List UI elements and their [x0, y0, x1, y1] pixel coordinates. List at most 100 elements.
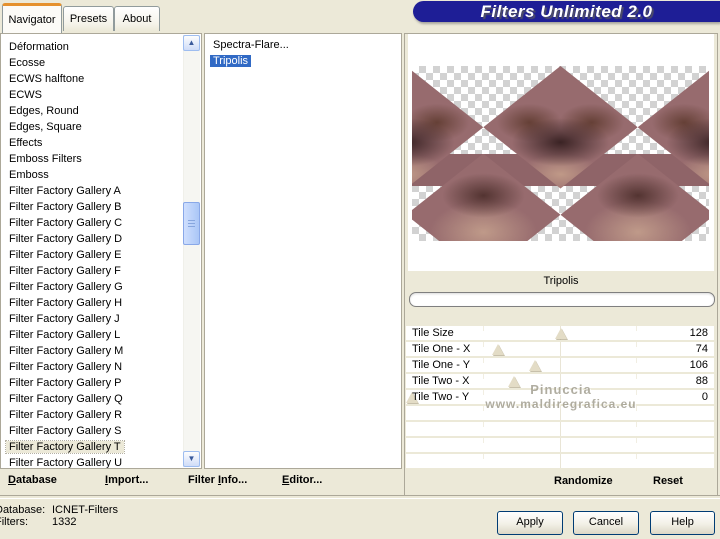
list-item-label: Filter Factory Gallery Q: [9, 393, 123, 405]
list-item-label: Filter Factory Gallery L: [9, 329, 121, 341]
parameter-slider-row[interactable]: Tile Two - Y 0: [406, 390, 714, 404]
list-item[interactable]: Filter Factory Gallery S: [1, 423, 201, 439]
action-database-button[interactable]: Database: [8, 474, 57, 486]
empty-slider-row: [406, 438, 714, 452]
list-item[interactable]: Filter Factory Gallery T: [1, 439, 201, 455]
list-item-label: Ecosse: [9, 57, 46, 69]
list-item-label: Effects: [9, 137, 43, 149]
list-item[interactable]: Filter Factory Gallery E: [1, 247, 201, 263]
list-item-label: Filter Factory Gallery N: [9, 361, 123, 373]
slider-thumb-icon[interactable]: [554, 328, 567, 339]
list-item-label: Filter Factory Gallery F: [9, 265, 121, 277]
list-item[interactable]: Emboss: [1, 167, 201, 183]
list-item[interactable]: Spectra-Flare...: [205, 37, 401, 53]
list-item[interactable]: Filter Factory Gallery G: [1, 279, 201, 295]
list-item[interactable]: Filter Factory Gallery F: [1, 263, 201, 279]
scroll-thumb[interactable]: [183, 202, 200, 245]
list-item[interactable]: Edges, Square: [1, 119, 201, 135]
parameter-value: 106: [689, 359, 708, 371]
list-item-label: Filter Factory Gallery P: [9, 377, 122, 389]
list-item[interactable]: Filter Factory Gallery H: [1, 295, 201, 311]
list-item-label: Filter Factory Gallery J: [9, 313, 120, 325]
empty-slider-row: [406, 406, 714, 420]
list-item[interactable]: Déformation: [1, 39, 201, 55]
list-item[interactable]: ECWS: [1, 87, 201, 103]
category-list: Déformation Ecosse ECWS halftone ECWS Edges,…: [0, 33, 202, 469]
progress-bar: [409, 292, 715, 307]
app-title-banner: Filters Unlimited 2.0: [413, 1, 720, 22]
parameter-value: 128: [689, 327, 708, 339]
list-item[interactable]: Tripolis: [205, 53, 401, 69]
list-item-label: ECWS: [9, 89, 42, 101]
reset-button[interactable]: Reset: [653, 475, 683, 487]
list-item-label: Emboss: [9, 169, 49, 181]
list-item[interactable]: Emboss Filters: [1, 151, 201, 167]
tab-about-label: About: [122, 13, 152, 25]
filters-unlimited-dialog: Navigator Presets About Filters Unlimite…: [0, 0, 720, 539]
tab-navigator[interactable]: Navigator: [2, 3, 62, 33]
tab-presets[interactable]: Presets: [63, 6, 114, 31]
apply-button[interactable]: Apply: [497, 511, 563, 535]
category-list-items: Déformation Ecosse ECWS halftone ECWS Edges,…: [1, 34, 201, 468]
list-item[interactable]: Filter Factory Gallery D: [1, 231, 201, 247]
list-item-label: Filter Factory Gallery E: [9, 249, 122, 261]
preview-box: [408, 34, 714, 271]
parameter-sliders: Tile Size 128 Tile One - X 74 Tile One - Y 10…: [406, 326, 714, 470]
list-item-label: Filter Factory Gallery B: [9, 201, 122, 213]
scroll-down-button[interactable]: ▼: [183, 451, 200, 467]
list-item[interactable]: Filter Factory Gallery P: [1, 375, 201, 391]
list-item[interactable]: Filter Factory Gallery B: [1, 199, 201, 215]
filter-list: Spectra-Flare... Tripolis: [204, 33, 402, 469]
filter-name-caption: Tripolis: [543, 275, 579, 287]
empty-slider-row: [406, 422, 714, 436]
scroll-up-button[interactable]: ▲: [183, 35, 200, 51]
list-item[interactable]: Filter Factory Gallery R: [1, 407, 201, 423]
slider-thumb-icon[interactable]: [508, 376, 521, 387]
list-item[interactable]: Filter Factory Gallery A: [1, 183, 201, 199]
list-item-label: Filter Factory Gallery H: [9, 297, 123, 309]
tab-about[interactable]: About: [114, 6, 160, 31]
list-item-label: Spectra-Flare...: [213, 39, 289, 51]
randomize-button[interactable]: Randomize: [554, 475, 613, 487]
list-item-label: Filter Factory Gallery R: [9, 409, 123, 421]
parameter-slider-row[interactable]: Tile One - X 74: [406, 342, 714, 356]
list-item[interactable]: Filter Factory Gallery L: [1, 327, 201, 343]
parameter-label: Tile Two - Y: [412, 391, 470, 403]
status-database-value: ICNET-Filters: [52, 504, 118, 516]
list-item-label: Filter Factory Gallery T: [5, 440, 125, 454]
parameter-slider-row[interactable]: Tile Two - X 88: [406, 374, 714, 388]
tab-presets-label: Presets: [69, 13, 108, 25]
slider-thumb-icon[interactable]: [529, 360, 542, 371]
list-item-label: ECWS halftone: [9, 73, 85, 85]
cancel-button[interactable]: Cancel: [573, 511, 639, 535]
action-import-button[interactable]: Import...: [105, 474, 148, 486]
list-item-label: Filter Factory Gallery A: [9, 185, 121, 197]
parameter-slider-row[interactable]: Tile Size 128: [406, 326, 714, 340]
list-item-label: Déformation: [9, 41, 69, 53]
list-item-label: Filter Factory Gallery S: [9, 425, 122, 437]
list-item[interactable]: Ecosse: [1, 55, 201, 71]
empty-slider-row: [406, 454, 714, 468]
category-scrollbar[interactable]: ▲ ▼: [183, 35, 200, 467]
list-item[interactable]: Filter Factory Gallery U: [1, 455, 201, 468]
list-item-label: Filter Factory Gallery G: [9, 281, 123, 293]
status-bar: Database: ICNET-Filters Filters: 1332: [0, 504, 118, 528]
list-item[interactable]: Filter Factory Gallery M: [1, 343, 201, 359]
randomize-row: Randomize Reset: [405, 471, 717, 494]
action-filter-info-button[interactable]: Filter Info...: [188, 474, 247, 486]
status-filters-value: 1332: [52, 516, 77, 528]
parameter-value: 0: [701, 391, 708, 403]
list-item[interactable]: Edges, Round: [1, 103, 201, 119]
preview-image[interactable]: [412, 66, 709, 241]
list-item[interactable]: Filter Factory Gallery Q: [1, 391, 201, 407]
list-item[interactable]: Effects: [1, 135, 201, 151]
help-button[interactable]: Help: [650, 511, 715, 535]
action-editor-button[interactable]: Editor...: [282, 474, 322, 486]
list-item[interactable]: Filter Factory Gallery C: [1, 215, 201, 231]
parameter-slider-row[interactable]: Tile One - Y 106: [406, 358, 714, 372]
list-item-label: Tripolis: [210, 55, 252, 67]
list-item[interactable]: ECWS halftone: [1, 71, 201, 87]
list-item[interactable]: Filter Factory Gallery J: [1, 311, 201, 327]
slider-thumb-icon[interactable]: [491, 344, 504, 355]
list-item[interactable]: Filter Factory Gallery N: [1, 359, 201, 375]
